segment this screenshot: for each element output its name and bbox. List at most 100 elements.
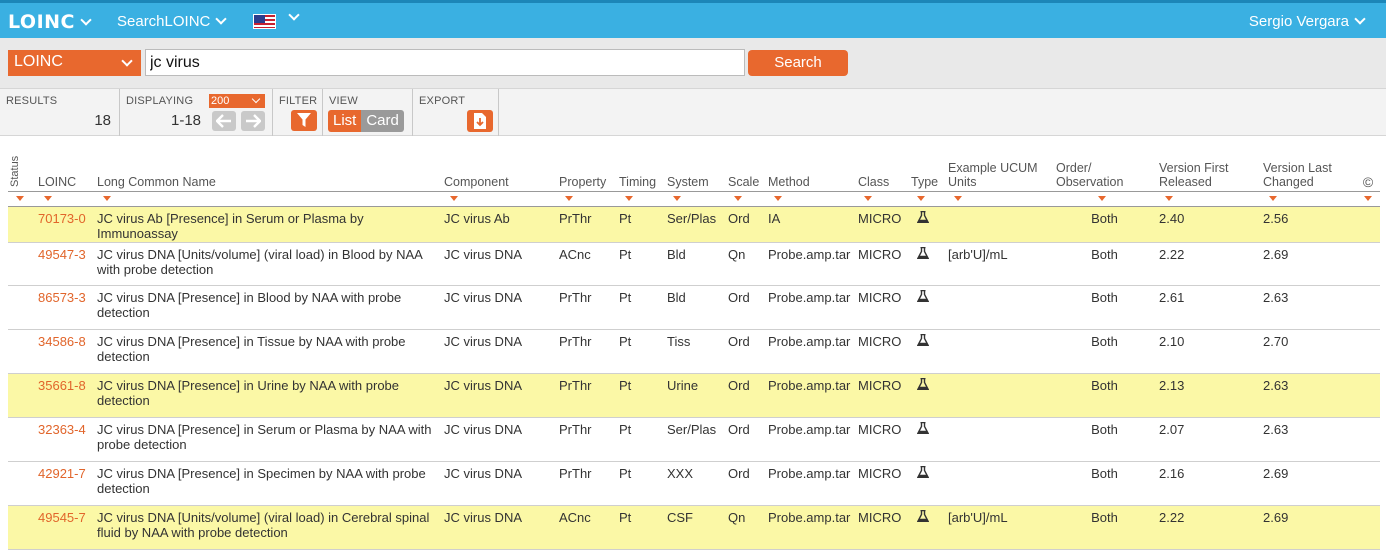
table-row[interactable]: 42921-7 JC virus DNA [Presence] in Specim…: [8, 461, 1380, 506]
col-header-loinc[interactable]: LOINC: [36, 137, 95, 192]
cell-long-common-name: JC virus DNA [Presence] in Serum or Plas…: [95, 417, 442, 462]
table-row[interactable]: 86573-3 JC virus DNA [Presence] in Blood …: [8, 285, 1380, 330]
col-header-component[interactable]: Component: [442, 137, 557, 192]
cell-component: JC virus DNA: [442, 373, 557, 418]
user-menu[interactable]: Sergio Vergara: [1249, 13, 1366, 30]
chevron-down-icon[interactable]: [288, 9, 300, 21]
col-header-long-common-name[interactable]: Long Common Name: [95, 137, 442, 192]
cell-class: MICRO: [856, 329, 909, 374]
cell-loinc-code[interactable]: 42921-7: [36, 461, 95, 506]
col-header-version-last[interactable]: Version Last Changed: [1261, 137, 1356, 192]
sort-last[interactable]: [1261, 191, 1356, 207]
app-menu[interactable]: SearchLOINC: [117, 13, 228, 30]
col-header-system[interactable]: System: [665, 137, 726, 192]
sort-order[interactable]: [1054, 191, 1157, 207]
sort-scale[interactable]: [726, 191, 766, 207]
cell-ucum-units: [946, 285, 1054, 330]
col-header-property[interactable]: Property: [557, 137, 617, 192]
cell-system: Bld: [665, 242, 726, 286]
cell-property: PrThr: [557, 206, 617, 243]
flask-icon: [917, 509, 929, 522]
loinc-logo-menu[interactable]: LOINC: [8, 11, 92, 33]
sort-component[interactable]: [442, 191, 557, 207]
next-page-button[interactable]: [241, 111, 265, 131]
sort-class[interactable]: [856, 191, 909, 207]
search-button[interactable]: Search: [748, 50, 848, 76]
col-header-method[interactable]: Method: [766, 137, 856, 192]
table-row[interactable]: 49545-7 JC virus DNA [Units/volume] (vira…: [8, 505, 1380, 550]
prev-page-button[interactable]: [212, 111, 236, 131]
sort-status[interactable]: [8, 191, 36, 207]
table-row[interactable]: 34586-8 JC virus DNA [Presence] in Tissue…: [8, 329, 1380, 374]
cell-status: [8, 206, 36, 243]
table-row[interactable]: 35661-8 JC virus DNA [Presence] in Urine …: [8, 373, 1380, 418]
cell-status: [8, 417, 36, 462]
cell-loinc-code[interactable]: 32363-4: [36, 417, 95, 462]
table-row[interactable]: 32363-4 JC virus DNA [Presence] in Serum …: [8, 417, 1380, 462]
cell-long-common-name: JC virus Ab [Presence] in Serum or Plasm…: [95, 206, 442, 243]
sort-property[interactable]: [557, 191, 617, 207]
sort-timing[interactable]: [617, 191, 665, 207]
sort-first[interactable]: [1157, 191, 1261, 207]
sort-loinc[interactable]: [36, 191, 95, 207]
cell-type: [909, 285, 946, 330]
cell-property: PrThr: [557, 373, 617, 418]
view-panel: VIEW List Card: [323, 89, 413, 136]
sort-arrow-icon: [954, 195, 962, 201]
page-size-select[interactable]: 200: [209, 94, 265, 108]
table-row[interactable]: 49547-3 JC virus DNA [Units/volume] (vira…: [8, 242, 1380, 286]
export-button[interactable]: [467, 110, 493, 132]
cell-copyright: [1356, 329, 1380, 374]
sort-method[interactable]: [766, 191, 856, 207]
view-label: VIEW: [329, 95, 358, 107]
col-header-timing[interactable]: Timing: [617, 137, 665, 192]
cell-method: Probe.amp.tar: [766, 285, 856, 330]
table-row[interactable]: 70173-0 JC virus Ab [Presence] in Serum o…: [8, 206, 1380, 243]
cell-timing: Pt: [617, 417, 665, 462]
sort-type[interactable]: [909, 191, 946, 207]
col-header-scale[interactable]: Scale: [726, 137, 766, 192]
cell-loinc-code[interactable]: 35661-8: [36, 373, 95, 418]
cell-class: MICRO: [856, 461, 909, 506]
col-header-order-observation[interactable]: Order/ Observation: [1054, 137, 1157, 192]
col-header-version-first[interactable]: Version First Released: [1157, 137, 1261, 192]
language-selector[interactable]: [253, 14, 276, 29]
sort-lcn[interactable]: [95, 191, 442, 207]
col-header-status[interactable]: Status: [8, 137, 36, 192]
col-header-ucum-units[interactable]: Example UCUM Units: [946, 137, 1054, 192]
cell-property: PrThr: [557, 417, 617, 462]
cell-loinc-code[interactable]: 70173-0: [36, 206, 95, 243]
filter-button[interactable]: [291, 110, 317, 131]
sort-arrow-icon: [1364, 195, 1372, 201]
cell-component: JC virus Ab: [442, 206, 557, 243]
cell-loinc-code[interactable]: 49547-3: [36, 242, 95, 286]
col-header-type[interactable]: Type: [909, 137, 946, 192]
cell-version-last: 2.70: [1261, 329, 1356, 374]
code-system-select[interactable]: LOINC: [8, 50, 141, 76]
cell-system: Ser/Plas: [665, 417, 726, 462]
sort-copyright[interactable]: [1356, 191, 1380, 207]
cell-loinc-code[interactable]: 49545-7: [36, 505, 95, 550]
cell-system: Ser/Plas: [665, 206, 726, 243]
cell-method: Probe.amp.tar: [766, 329, 856, 374]
sort-ucum[interactable]: [946, 191, 1054, 207]
sort-system[interactable]: [665, 191, 726, 207]
col-header-class[interactable]: Class: [856, 137, 909, 192]
cell-system: Bld: [665, 285, 726, 330]
cell-order-observation: Both: [1054, 206, 1157, 243]
cell-version-first: 2.22: [1157, 242, 1261, 286]
view-card-button[interactable]: Card: [361, 110, 404, 132]
view-list-button[interactable]: List: [328, 110, 362, 132]
cell-version-last: 2.63: [1261, 373, 1356, 418]
cell-type: [909, 417, 946, 462]
cell-copyright: [1356, 373, 1380, 418]
cell-loinc-code[interactable]: 86573-3: [36, 285, 95, 330]
col-header-copyright[interactable]: ©: [1356, 137, 1380, 192]
cell-loinc-code[interactable]: 34586-8: [36, 329, 95, 374]
export-label: EXPORT: [419, 95, 466, 107]
cell-long-common-name: JC virus DNA [Presence] in Urine by NAA …: [95, 373, 442, 418]
cell-timing: Pt: [617, 505, 665, 550]
cell-order-observation: Both: [1054, 417, 1157, 462]
search-input[interactable]: [145, 49, 745, 76]
cell-type: [909, 329, 946, 374]
